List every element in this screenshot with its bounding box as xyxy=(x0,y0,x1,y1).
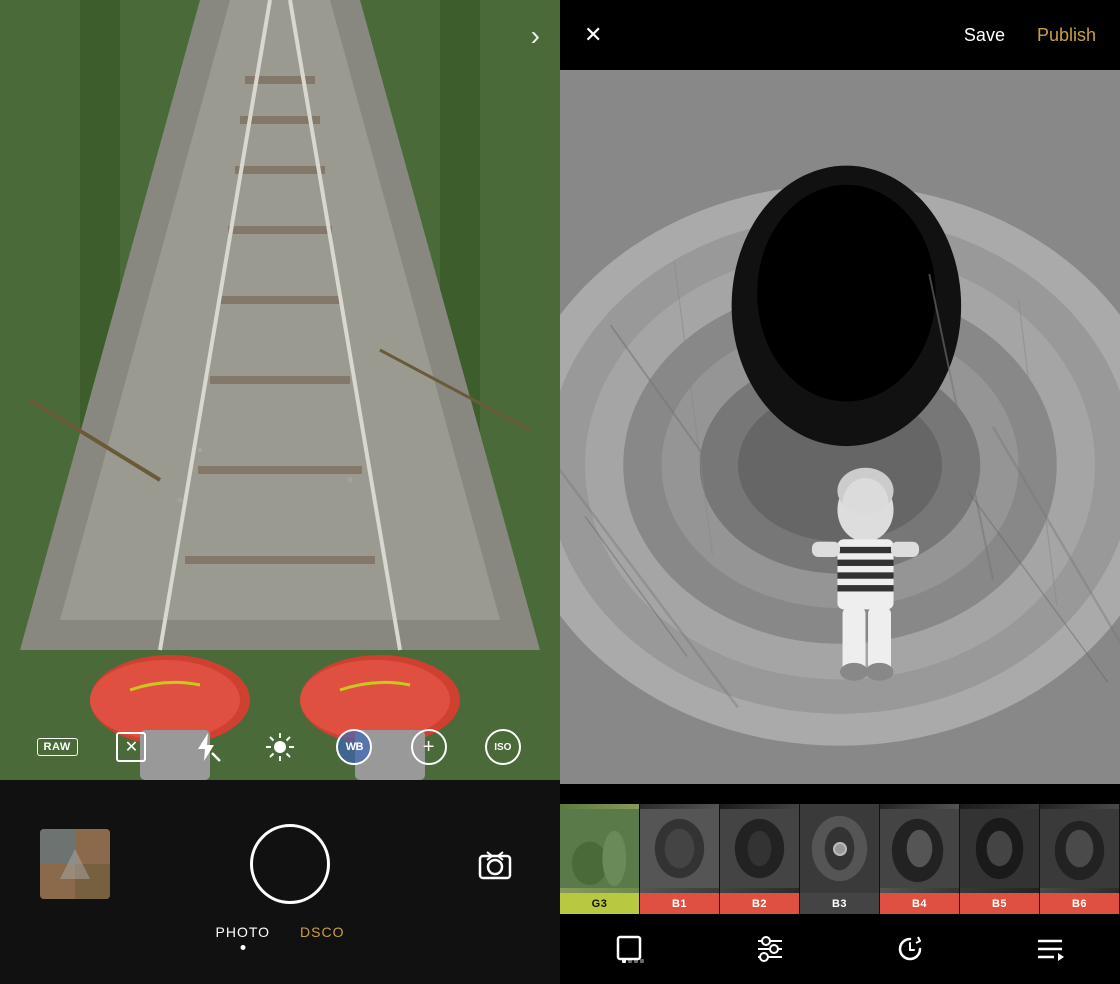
left-panel: RAW ✕ xyxy=(0,0,560,984)
bottom-controls-row xyxy=(0,824,560,904)
adjust-button[interactable] xyxy=(748,927,792,971)
filter-b5-thumb xyxy=(960,804,1039,893)
filter-b1-label: B1 xyxy=(640,893,719,914)
raw-badge: RAW xyxy=(37,738,78,756)
filter-g3-label: G3 xyxy=(560,893,639,914)
filter-b6-label: B6 xyxy=(1040,893,1119,914)
filter-b6-thumb xyxy=(1040,804,1119,893)
sun-control[interactable] xyxy=(259,726,301,768)
filter-b2-label: B2 xyxy=(720,893,799,914)
cross-icon: ✕ xyxy=(116,732,146,762)
filter-b4-thumb xyxy=(880,804,959,893)
layers-icon xyxy=(1034,933,1066,965)
filter-selected-dot xyxy=(833,842,847,856)
wb-control[interactable]: WB xyxy=(333,726,375,768)
photo-edit-area xyxy=(560,70,1120,784)
bw-photo-svg xyxy=(560,70,1120,784)
close-button[interactable]: ✕ xyxy=(584,24,602,46)
flip-camera-button[interactable] xyxy=(470,839,520,889)
thumbnail-image xyxy=(40,829,110,899)
plus-control[interactable]: + xyxy=(408,726,450,768)
camera-bottom-bar: PHOTO DSCO xyxy=(0,780,560,984)
track-scene xyxy=(0,0,560,780)
right-header: ✕ Save Publish xyxy=(560,0,1120,70)
history-button[interactable] xyxy=(888,927,932,971)
filter-g3-thumb xyxy=(560,804,639,893)
flash-icon xyxy=(190,731,222,763)
shutter-button[interactable] xyxy=(250,824,330,904)
filter-b2[interactable]: B2 xyxy=(720,804,800,914)
filter-b1[interactable]: B1 xyxy=(640,804,720,914)
next-arrow[interactable]: › xyxy=(531,20,540,52)
thumbnail-preview[interactable] xyxy=(40,829,110,899)
filter-b3-thumb xyxy=(800,804,879,893)
header-actions: Save Publish xyxy=(964,25,1096,46)
wb-badge: WB xyxy=(336,729,372,765)
filter-strip: G3 B1 B2 xyxy=(560,804,1120,914)
iso-badge: ISO xyxy=(485,729,521,765)
mode-photo[interactable]: PHOTO xyxy=(216,924,271,940)
spacer xyxy=(560,784,1120,804)
filter-b2-thumb xyxy=(720,804,799,893)
raw-control[interactable]: RAW xyxy=(36,726,78,768)
cross-control[interactable]: ✕ xyxy=(110,726,152,768)
camera-viewfinder: RAW ✕ xyxy=(0,0,560,780)
frames-icon xyxy=(614,933,646,965)
history-icon xyxy=(894,933,926,965)
bw-photo xyxy=(560,70,1120,784)
mode-indicator-dot xyxy=(240,945,245,950)
flip-camera-icon xyxy=(475,844,515,884)
filter-b1-thumb xyxy=(640,804,719,893)
bottom-toolbar xyxy=(560,914,1120,984)
filter-g3[interactable]: G3 xyxy=(560,804,640,914)
publish-button[interactable]: Publish xyxy=(1037,25,1096,46)
filter-b5[interactable]: B5 xyxy=(960,804,1040,914)
flash-control[interactable] xyxy=(185,726,227,768)
right-panel: ✕ Save Publish xyxy=(560,0,1120,984)
save-button[interactable]: Save xyxy=(964,25,1005,46)
filter-b4-label: B4 xyxy=(880,893,959,914)
camera-controls-overlay: RAW ✕ xyxy=(0,714,560,780)
filter-b5-label: B5 xyxy=(960,893,1039,914)
adjust-icon xyxy=(754,933,786,965)
mode-dsco[interactable]: DSCO xyxy=(300,924,344,940)
layers-button[interactable] xyxy=(1028,927,1072,971)
frames-button[interactable] xyxy=(608,927,652,971)
filter-b6[interactable]: B6 xyxy=(1040,804,1120,914)
sun-icon xyxy=(264,731,296,763)
filter-b4[interactable]: B4 xyxy=(880,804,960,914)
filter-b3-label: B3 xyxy=(800,893,879,914)
plus-icon: + xyxy=(411,729,447,765)
shutter-inner xyxy=(256,830,324,898)
filter-b3[interactable]: B3 xyxy=(800,804,880,914)
mode-selector: PHOTO DSCO xyxy=(216,924,345,940)
iso-control[interactable]: ISO xyxy=(482,726,524,768)
